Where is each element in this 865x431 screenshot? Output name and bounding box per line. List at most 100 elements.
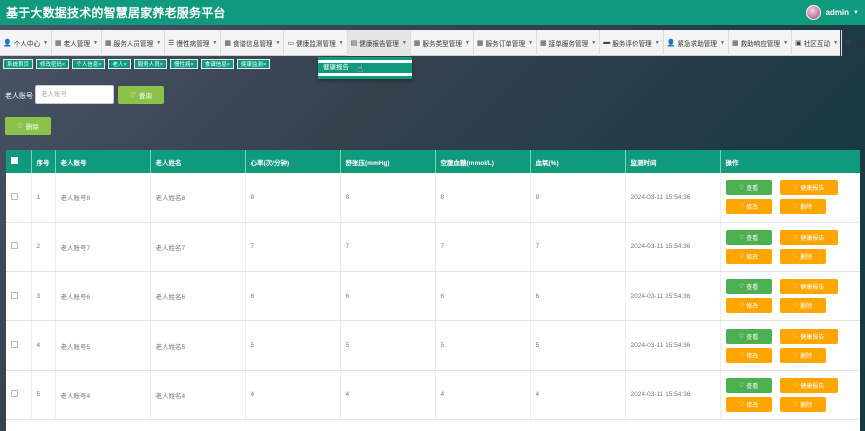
tab[interactable]: 慢性病× xyxy=(169,59,198,69)
heart-icon: ♡ xyxy=(17,123,23,130)
nav-item[interactable]: ☰ 慢性病管理 ▼ xyxy=(165,29,222,56)
nav-item[interactable]: ▦ 食谱信息管理 ▼ xyxy=(221,29,285,56)
nav-item-label: 服务类型管理 xyxy=(422,40,462,48)
nav-item-label: 健康报告管理 xyxy=(359,40,399,48)
row-checkbox[interactable] xyxy=(11,341,18,349)
app-title: 基于大数据技术的智慧居家养老服务平台 xyxy=(6,6,226,20)
nav-item[interactable]: 👤 个人中心 ▼ xyxy=(0,29,53,56)
edit-button[interactable]: ♡ 修改 xyxy=(725,347,772,363)
query-button-label: 查询 xyxy=(138,93,152,100)
health-report-button[interactable]: ♡ 健康报告 xyxy=(779,279,838,295)
health-report-button[interactable]: ♡ 健康报告 xyxy=(779,180,838,196)
row-delete-button[interactable]: ♡ 删除 xyxy=(779,298,826,314)
row-select-cell xyxy=(6,370,32,420)
dropdown-item-health-report[interactable]: 健康报告 xyxy=(318,63,412,73)
table-cell: 5 xyxy=(245,320,341,371)
edit-button-label: 修改 xyxy=(746,353,759,360)
row-checkbox[interactable] xyxy=(11,291,18,299)
nav-item[interactable]: ▦ 服务类型管理 ▼ xyxy=(411,29,474,56)
table-cell: 老人姓名7 xyxy=(150,222,246,273)
user-menu[interactable]: admin ▼ xyxy=(806,5,859,20)
row-actions: ♡ 查看 ♡ 健康报告 ♡ 修改 ♡ 删除 xyxy=(725,180,860,215)
edit-button[interactable]: ♡ 修改 xyxy=(725,248,772,264)
actions-cell: ♡ 查看 ♡ 健康报告 ♡ 修改 ♡ 删除 xyxy=(720,320,860,371)
edit-button[interactable]: ♡ 修改 xyxy=(725,199,772,215)
health-report-button-label: 健康报告 xyxy=(800,235,825,242)
row-delete-button[interactable]: ♡ 删除 xyxy=(779,199,826,215)
table-cell: 4 xyxy=(530,370,626,420)
edit-button[interactable]: ♡ 修改 xyxy=(725,298,772,314)
nav-item[interactable]: ▦ 接单服务管理 ▼ xyxy=(537,29,601,56)
grid-icon: ▦ xyxy=(413,39,421,47)
select-all-checkbox[interactable] xyxy=(11,157,18,164)
edit-button[interactable]: ♡ 修改 xyxy=(725,396,772,412)
table-cell: 8 xyxy=(435,173,531,223)
nav-item[interactable]: ▤ 健康报告管理 ▼ xyxy=(347,29,411,56)
table-cell: 老人账号7 xyxy=(55,222,151,273)
close-icon[interactable]: × xyxy=(62,62,65,68)
heart-icon: ♡ xyxy=(738,234,745,241)
close-icon[interactable]: × xyxy=(263,62,266,68)
view-button[interactable]: ♡ 查看 xyxy=(725,328,772,344)
tab[interactable]: 食谱信息× xyxy=(200,59,234,69)
tab[interactable]: 服务人员× xyxy=(133,59,167,69)
grid-icon: ▦ xyxy=(105,39,112,47)
nav-item[interactable]: ⚙系统管理▼ xyxy=(842,30,865,56)
chevron-down-icon[interactable]: ▼ xyxy=(853,10,859,16)
nav-item[interactable]: ▦ 救助响应管理 ▼ xyxy=(729,29,793,56)
health-report-button[interactable]: ♡ 健康报告 xyxy=(779,377,838,393)
health-report-button-label: 健康报告 xyxy=(800,186,825,193)
tab[interactable]: 修改密码× xyxy=(36,59,70,69)
close-icon[interactable]: × xyxy=(124,62,127,68)
row-delete-button[interactable]: ♡ 删除 xyxy=(779,248,826,264)
row-checkbox[interactable] xyxy=(11,192,18,200)
nav-item-label: 社区互动 xyxy=(803,40,831,48)
nav-item[interactable]: ▦ 服务人员管理 ▼ xyxy=(102,29,166,56)
nav-item[interactable]: ▬ 服务评价管理 ▼ xyxy=(600,29,664,56)
view-button[interactable]: ♡ 查看 xyxy=(725,377,772,393)
table-cell: 8 xyxy=(340,173,436,223)
tab[interactable]: 老人× xyxy=(108,59,131,69)
username[interactable]: admin xyxy=(825,8,849,17)
query-button[interactable]: ♡ 查询 xyxy=(118,86,164,104)
table-cell: 老人姓名4 xyxy=(150,370,246,420)
nav-item[interactable]: ▦ 服务订单管理 ▼ xyxy=(474,29,538,56)
avatar[interactable] xyxy=(806,5,822,20)
grid-icon: ▦ xyxy=(476,39,484,47)
delete-button[interactable]: ♡ 删除 xyxy=(5,117,51,135)
tab[interactable]: 健康监测× xyxy=(236,59,271,69)
view-button-label: 查看 xyxy=(746,285,759,292)
row-checkbox[interactable] xyxy=(11,242,18,250)
row-select-cell xyxy=(6,320,32,371)
tab-label: 健康监测 xyxy=(240,62,263,68)
health-report-button[interactable]: ♡ 健康报告 xyxy=(779,229,838,245)
close-icon[interactable]: × xyxy=(190,62,193,68)
table-cell: 老人姓名5 xyxy=(150,320,246,371)
nav-item[interactable]: ▦ 老人管理 ▼ xyxy=(52,29,102,56)
search-input[interactable] xyxy=(35,85,114,104)
close-icon[interactable]: × xyxy=(98,62,101,68)
row-delete-button[interactable]: ♡ 删除 xyxy=(779,396,826,412)
nav-item[interactable]: ▭ 健康监测管理 ▼ xyxy=(284,29,348,56)
heart-icon: ♡ xyxy=(738,204,745,211)
heart-icon: ♡ xyxy=(792,303,799,310)
tab[interactable]: 个人信息× xyxy=(72,59,106,69)
view-button[interactable]: ♡ 查看 xyxy=(725,229,772,245)
nav-item-label: 接单服务管理 xyxy=(548,40,589,48)
table-cell: 4 xyxy=(435,370,531,420)
view-button[interactable]: ♡ 查看 xyxy=(725,279,772,295)
tab[interactable]: 系统首页 xyxy=(3,59,34,69)
health-report-button[interactable]: ♡ 健康报告 xyxy=(779,328,838,344)
column-header: 老人账号 xyxy=(55,150,151,173)
row-checkbox[interactable] xyxy=(11,390,18,398)
close-icon[interactable]: × xyxy=(160,62,163,68)
view-button[interactable]: ♡ 查看 xyxy=(725,180,772,196)
grid-icon: ▦ xyxy=(224,39,231,47)
close-icon[interactable]: × xyxy=(227,62,230,68)
top-header: 基于大数据技术的智慧居家养老服务平台 admin ▼ xyxy=(0,0,865,25)
person-icon: 👤 xyxy=(666,39,676,47)
row-delete-button[interactable]: ♡ 删除 xyxy=(779,347,826,363)
table-cell: 6 xyxy=(340,271,436,322)
nav-item[interactable]: ▣ 社区互动 ▼ xyxy=(792,29,843,56)
nav-item[interactable]: 👤 紧急求助管理 ▼ xyxy=(664,29,729,56)
